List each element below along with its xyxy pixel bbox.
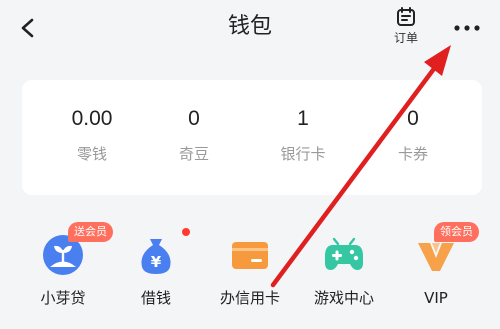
- shortcut-credit-card[interactable]: 办信用卡: [208, 228, 292, 318]
- shortcut-vip[interactable]: 领会员 VIP: [394, 222, 479, 318]
- stat-value: 1: [297, 107, 309, 130]
- shortcut-label: 办信用卡: [219, 289, 280, 307]
- shortcut-label: 借钱: [140, 289, 171, 307]
- shortcut-xiaoyadai[interactable]: 送会员 小芽贷: [21, 222, 113, 318]
- back-button[interactable]: [10, 10, 46, 46]
- shortcut-label: VIP: [424, 289, 448, 307]
- gamepad-icon: [325, 237, 363, 270]
- shortcut-label: 游戏中心: [313, 289, 374, 307]
- credit-card-icon: [232, 242, 268, 269]
- stat-coupon[interactable]: 0 卡券: [368, 106, 458, 164]
- stat-label: 银行卡: [280, 145, 326, 163]
- stat-label: 卡券: [397, 145, 428, 163]
- shortcut-game-center[interactable]: 游戏中心: [302, 228, 386, 318]
- promo-badge: 送会员: [68, 222, 113, 242]
- order-button[interactable]: 订单: [384, 6, 428, 52]
- stat-value: 0.00: [71, 107, 113, 130]
- more-dots-icon: [454, 25, 480, 31]
- stat-label: 奇豆: [178, 145, 209, 163]
- promo-badge: 领会员: [434, 222, 479, 242]
- shortcut-label: 小芽贷: [40, 289, 86, 307]
- top-bar: 钱包 订单: [0, 0, 500, 60]
- stat-bank-card[interactable]: 1 银行卡: [258, 106, 348, 164]
- stat-value: 0: [188, 107, 200, 130]
- svg-text:¥: ¥: [151, 253, 162, 271]
- chevron-left-icon: [21, 18, 34, 38]
- order-label: 订单: [393, 31, 418, 45]
- wallet-page: 钱包 订单 0.00 零钱 0 奇豆 1 银行卡 0 卡券 送会员 小芽贷 ¥ …: [0, 0, 500, 329]
- notification-dot: [182, 228, 190, 236]
- money-bag-icon: ¥: [141, 239, 171, 274]
- balance-card: 0.00 零钱 0 奇豆 1 银行卡 0 卡券: [22, 80, 482, 195]
- shortcut-borrow[interactable]: ¥ 借钱: [114, 228, 198, 318]
- stat-label: 零钱: [76, 145, 107, 163]
- stat-change[interactable]: 0.00 零钱: [47, 106, 137, 164]
- stat-qidou[interactable]: 0 奇豆: [149, 106, 239, 164]
- more-button[interactable]: [449, 16, 485, 40]
- receipt-icon: [397, 7, 415, 26]
- stat-value: 0: [407, 107, 419, 130]
